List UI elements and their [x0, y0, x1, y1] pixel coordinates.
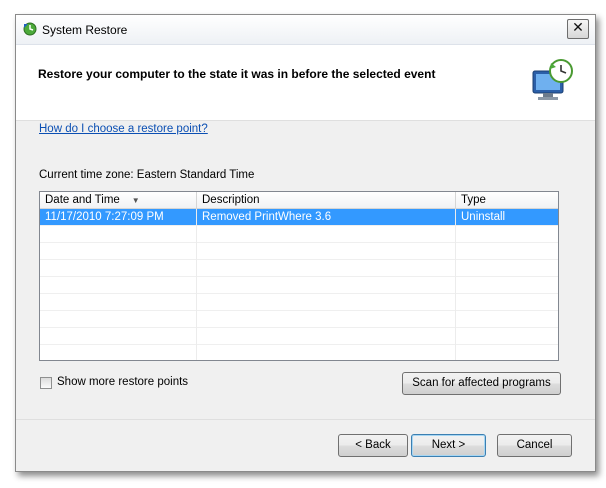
column-header-date[interactable]: Date and Time ▼ — [40, 192, 197, 209]
cancel-button[interactable]: Cancel — [497, 434, 572, 457]
column-divider — [455, 209, 456, 360]
sort-down-icon: ▼ — [131, 196, 140, 205]
show-more-label[interactable]: Show more restore points — [57, 376, 188, 388]
footer-divider — [16, 419, 595, 420]
column-header-type-label: Type — [461, 194, 486, 206]
timezone-label: Current time zone: Eastern Standard Time — [39, 169, 255, 181]
column-header-date-label: Date and Time — [45, 194, 120, 206]
title-bar[interactable]: System Restore ✕ — [16, 15, 595, 45]
restore-points-table[interactable]: Date and Time ▼ Description Type 11/17/20… — [39, 191, 559, 361]
row-description: Removed PrintWhere 3.6 — [202, 211, 332, 223]
empty-row — [40, 311, 558, 328]
close-button[interactable]: ✕ — [567, 19, 589, 39]
computer-restore-icon — [532, 59, 573, 100]
window-title: System Restore — [42, 23, 128, 37]
column-header-type[interactable]: Type — [456, 192, 558, 209]
page-title: Restore your computer to the state it wa… — [38, 67, 436, 81]
row-date: 11/17/2010 7:27:09 PM — [45, 211, 164, 223]
close-icon: ✕ — [572, 20, 584, 36]
system-restore-window: System Restore ✕ Restore your computer t… — [15, 14, 596, 472]
empty-row — [40, 328, 558, 345]
help-link[interactable]: How do I choose a restore point? — [39, 123, 208, 135]
column-header-description-label: Description — [202, 194, 260, 206]
row-type: Uninstall — [461, 211, 506, 223]
header-band: Restore your computer to the state it wa… — [16, 45, 595, 121]
empty-row — [40, 345, 558, 360]
empty-row — [40, 243, 558, 260]
empty-row — [40, 294, 558, 311]
column-header-description[interactable]: Description — [197, 192, 456, 209]
scan-affected-programs-button[interactable]: Scan for affected programs — [402, 372, 561, 395]
table-row[interactable]: 11/17/2010 7:27:09 PM Removed PrintWhere… — [40, 209, 558, 226]
empty-row — [40, 277, 558, 294]
back-button[interactable]: < Back — [338, 434, 408, 457]
next-button[interactable]: Next > — [411, 434, 486, 457]
show-more-checkbox[interactable] — [40, 377, 52, 389]
system-restore-icon — [23, 22, 37, 36]
table-header: Date and Time ▼ Description Type — [40, 192, 558, 209]
empty-row — [40, 260, 558, 277]
empty-row — [40, 226, 558, 243]
column-divider — [196, 209, 197, 360]
